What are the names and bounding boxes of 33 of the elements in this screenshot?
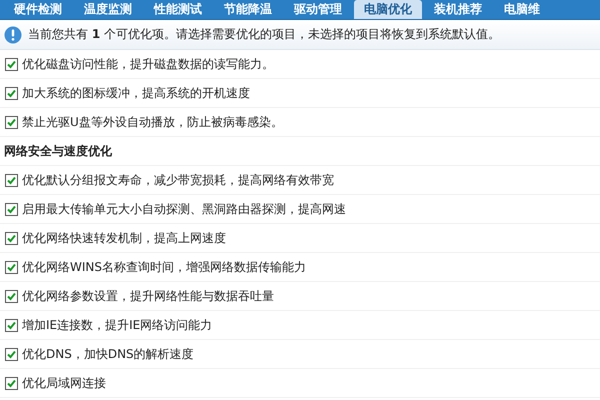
option-label: 优化网络快速转发机制，提高上网速度 (22, 230, 226, 246)
option-label: 启用最大传输单元大小自动探测、黑洞路由器探测，提高网速 (22, 200, 346, 218)
section-heading: 网络安全与速度优化 (4, 142, 112, 160)
tab[interactable]: 温度监测 (74, 0, 142, 19)
option-label: 优化网络参数设置，提升网络性能与数据吞吐量 (22, 288, 274, 304)
checkbox[interactable] (5, 58, 18, 70)
checkbox[interactable] (5, 232, 18, 244)
info-icon (4, 26, 22, 44)
option-label: 优化DNS，加快DNS的解析速度 (22, 346, 194, 362)
checkbox[interactable] (5, 202, 18, 216)
option-label: 加大系统的图标缓冲，提高系统的开机速度 (22, 84, 250, 102)
tab[interactable]: 性能测试 (144, 0, 212, 19)
option-label: 增加IE连接数，提升IE网络访问能力 (22, 316, 212, 334)
checkbox[interactable] (5, 86, 18, 100)
notice-text: 当前您共有 1 个可优化项。请选择需要优化的项目，未选择的项目将恢复到系统默认值。 (28, 26, 500, 43)
checkbox[interactable] (5, 318, 18, 332)
checkbox[interactable] (5, 174, 18, 186)
option-label: 优化网络WINS名称查询时间，增强网络数据传输能力 (22, 258, 306, 276)
checkbox[interactable] (5, 290, 18, 302)
tab[interactable]: 装机推荐 (424, 0, 492, 19)
option-label: 优化局域网连接 (22, 374, 106, 392)
checkbox[interactable] (5, 260, 18, 274)
checkbox[interactable] (5, 116, 18, 128)
option-label: 禁止光驱U盘等外设自动播放，防止被病毒感染。 (22, 114, 283, 130)
checkbox[interactable] (5, 348, 18, 360)
tab[interactable]: 电脑优化 (354, 0, 422, 19)
tab[interactable]: 驱动管理 (284, 0, 352, 19)
tab[interactable]: 节能降温 (214, 0, 282, 19)
option-label: 优化默认分组报文寿命，减少带宽损耗，提高网络有效带宽 (22, 172, 334, 188)
tab[interactable]: 硬件检测 (4, 0, 72, 19)
option-label: 优化磁盘访问性能，提升磁盘数据的读写能力。 (22, 56, 274, 72)
tab[interactable]: 电脑维 (494, 0, 550, 19)
checkbox[interactable] (5, 376, 18, 390)
